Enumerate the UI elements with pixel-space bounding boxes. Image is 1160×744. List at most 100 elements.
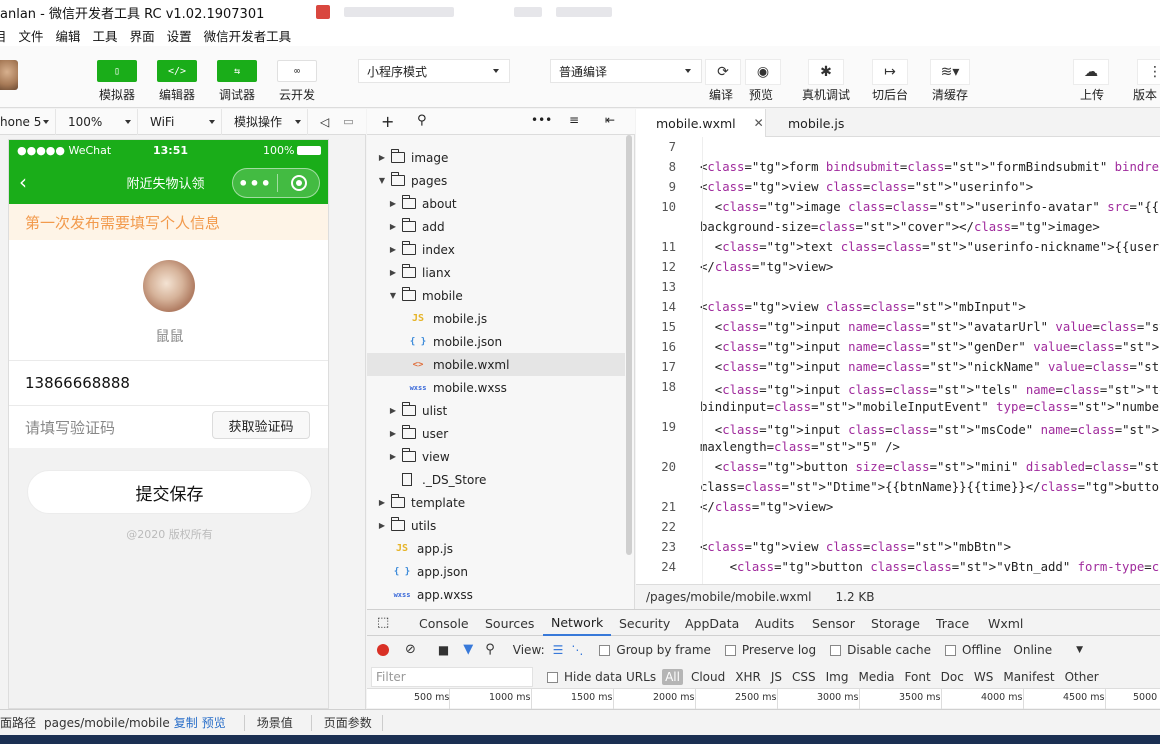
preview-button[interactable]: ◉ <box>745 59 781 85</box>
tree-item[interactable]: wxss mobile.wxss <box>367 376 625 399</box>
collapse-icon[interactable]: ≡ <box>569 113 579 127</box>
tree-item[interactable]: { } app.json <box>367 560 625 583</box>
tree-item[interactable]: { } mobile.json <box>367 330 625 353</box>
more-dots-icon[interactable]: ••• <box>233 174 277 193</box>
tab-audits[interactable]: Audits <box>755 610 794 636</box>
menu-item-settings[interactable]: 设置 <box>167 26 192 45</box>
compile-button[interactable]: ⟳ <box>705 59 741 85</box>
filter-font[interactable]: Font <box>905 670 931 684</box>
remote-debug-button[interactable]: ✱ <box>808 59 844 85</box>
close-icon[interactable]: ✕ <box>754 116 764 130</box>
waterfall-icon[interactable]: ⋱ <box>571 643 583 657</box>
compile-select[interactable]: 普通编译 <box>550 59 702 83</box>
tree-item[interactable]: ▼ pages <box>367 169 625 192</box>
filter-all[interactable]: All <box>662 668 683 685</box>
tree-item[interactable]: ▶ add <box>367 215 625 238</box>
tree-item[interactable]: ▶ image <box>367 146 625 169</box>
disable-cache-checkbox[interactable]: Disable cache <box>830 643 931 657</box>
hide-data-urls-checkbox[interactable]: Hide data URLs <box>547 670 656 684</box>
offline-checkbox[interactable]: Offline <box>945 643 1001 657</box>
inspect-icon[interactable]: ⬚ <box>377 615 389 630</box>
menu-item-devtools[interactable]: 微信开发者工具 <box>204 26 292 45</box>
mode-select[interactable]: 小程序模式 <box>358 59 510 83</box>
filter-doc[interactable]: Doc <box>941 670 964 684</box>
preview-link[interactable]: 预览 <box>202 714 226 731</box>
tree-item[interactable]: ▶ lianx <box>367 261 625 284</box>
tree-item[interactable]: wxss app.wxss <box>367 583 625 606</box>
close-circle-icon[interactable] <box>291 175 307 191</box>
tree-item[interactable]: ▶ about <box>367 192 625 215</box>
filter-input[interactable]: Filter <box>371 666 533 687</box>
tree-item[interactable]: ▶ index <box>367 238 625 261</box>
tab-mobile-js[interactable]: mobile.js <box>768 109 868 137</box>
throttling-select[interactable]: Online <box>1013 643 1052 657</box>
version-button[interactable]: ⋮ <box>1137 59 1160 85</box>
filter-manifest[interactable]: Manifest <box>1003 670 1054 684</box>
sidebar-toggle-icon[interactable]: ⇤ <box>605 113 615 127</box>
filter-js[interactable]: JS <box>771 670 782 684</box>
tab-mobile-wxml[interactable]: mobile.wxml ✕ <box>636 109 766 137</box>
menu-item-edit[interactable]: 编辑 <box>56 26 81 45</box>
debugger-toggle-button[interactable]: ⇆ <box>217 60 257 82</box>
filter-ws[interactable]: WS <box>974 670 993 684</box>
filter-xhr[interactable]: XHR <box>735 670 761 684</box>
tree-item[interactable]: JS app.js <box>367 537 625 560</box>
record-icon[interactable] <box>377 643 389 656</box>
tree-item[interactable]: ▼ mobile <box>367 284 625 307</box>
menu-item-view[interactable]: 界面 <box>130 26 155 45</box>
device-select[interactable]: hone 5 <box>0 108 56 135</box>
user-avatar[interactable] <box>0 60 18 90</box>
tab-sensor[interactable]: Sensor <box>812 610 855 636</box>
cloud-dev-button[interactable]: ∞ <box>277 60 317 82</box>
tab-storage[interactable]: Storage <box>871 610 920 636</box>
tree-item[interactable]: ▶ ulist <box>367 399 625 422</box>
filter-cloud[interactable]: Cloud <box>691 670 725 684</box>
search-icon[interactable]: ⚲ <box>417 113 427 128</box>
filter-css[interactable]: CSS <box>792 670 816 684</box>
tab-trace[interactable]: Trace <box>936 610 969 636</box>
tree-item[interactable]: ▶ user <box>367 422 625 445</box>
tab-appdata[interactable]: AppData <box>685 610 739 636</box>
chevron-down-icon[interactable]: ▼ <box>1076 645 1083 655</box>
tree-scrollbar[interactable] <box>626 135 632 555</box>
tree-item[interactable]: ▶ utils <box>367 514 625 537</box>
tree-item[interactable]: JS mobile.js <box>367 307 625 330</box>
menu-item-file[interactable]: 文件 <box>19 26 44 45</box>
more-icon[interactable]: ••• <box>531 113 552 127</box>
tab-wxml[interactable]: Wxml <box>988 610 1023 636</box>
upload-button[interactable]: ☁ <box>1073 59 1109 85</box>
background-button[interactable]: ↦ <box>872 59 908 85</box>
group-by-frame-checkbox[interactable]: Group by frame <box>599 643 711 657</box>
add-file-icon[interactable]: + <box>381 112 394 131</box>
search-icon[interactable]: ⚲ <box>485 642 495 657</box>
tab-sources[interactable]: Sources <box>485 610 534 636</box>
camera-icon[interactable]: ■ <box>438 643 449 657</box>
operation-select[interactable]: 模拟操作 <box>222 108 308 135</box>
submit-save-button[interactable]: 提交保存 <box>27 470 312 514</box>
tree-item[interactable]: ▶ template <box>367 491 625 514</box>
tab-network[interactable]: Network <box>543 610 612 636</box>
phone-number-input[interactable]: 13866668888 <box>9 361 328 405</box>
code-editor[interactable]: 7 8 <class="tg">form bindsubmit=class="st"… <box>636 137 1160 584</box>
tree-item-selected[interactable]: <> mobile.wxml <box>367 353 625 376</box>
copy-link[interactable]: 复制 <box>174 714 198 731</box>
list-view-icon[interactable]: ☰ <box>553 643 564 657</box>
simulator-toggle-button[interactable]: ▯ <box>97 60 137 82</box>
get-code-button[interactable]: 获取验证码 <box>212 411 310 439</box>
tree-item[interactable]: ._DS_Store <box>367 468 625 491</box>
editor-toggle-button[interactable]: </> <box>157 60 197 82</box>
network-select[interactable]: WiFi <box>138 108 222 135</box>
phone-field[interactable]: 13866668888 <box>9 360 328 405</box>
clear-icon[interactable]: ⊘ <box>405 642 416 657</box>
menu-item-tools[interactable]: 工具 <box>93 26 118 45</box>
filter-media[interactable]: Media <box>858 670 894 684</box>
page-params-button[interactable]: 页面参数 <box>324 714 372 731</box>
filter-img[interactable]: Img <box>826 670 849 684</box>
menu-item[interactable]: 目 <box>0 26 7 45</box>
zoom-select[interactable]: 100% <box>56 108 138 135</box>
tab-console[interactable]: Console <box>419 610 469 636</box>
filter-icon[interactable]: ▼ <box>463 642 473 657</box>
tab-security[interactable]: Security <box>619 610 670 636</box>
preserve-log-checkbox[interactable]: Preserve log <box>724 643 816 657</box>
clear-cache-button[interactable]: ≋▾ <box>930 59 970 85</box>
